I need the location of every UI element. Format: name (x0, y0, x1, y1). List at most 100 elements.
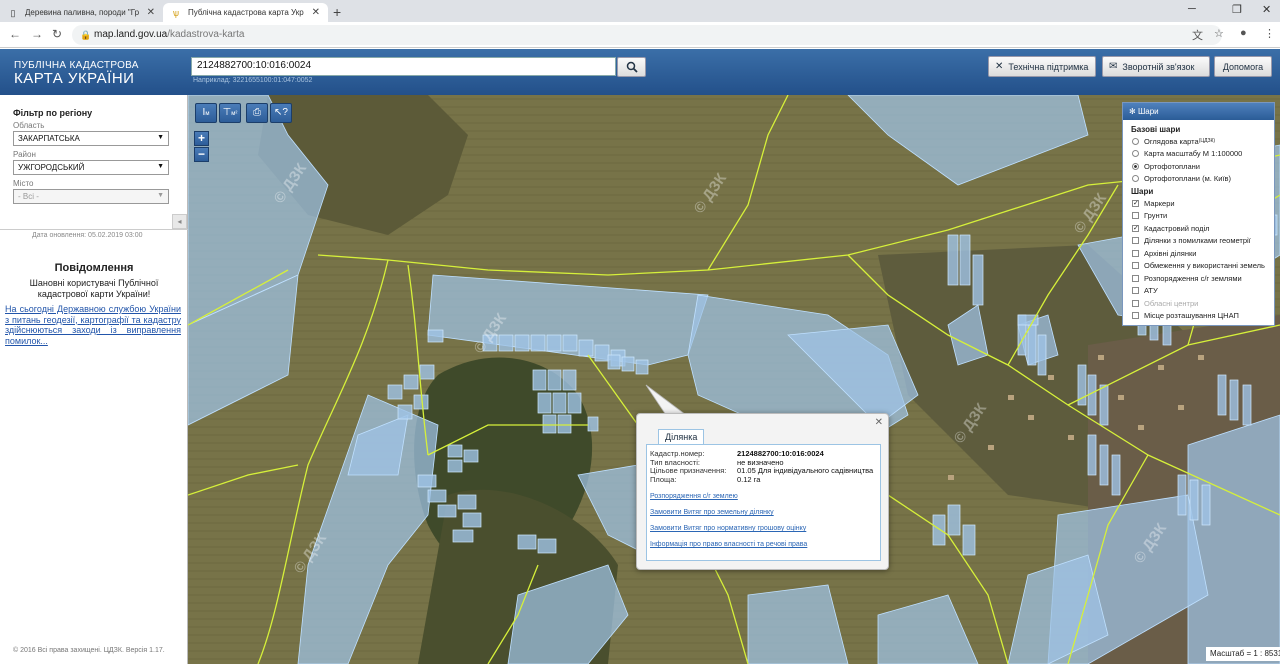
layer-label: Оглядова карта (1144, 136, 1199, 146)
radio-button[interactable] (1132, 175, 1139, 183)
support-label: Технічна підтримка (1008, 61, 1089, 72)
help-label: Допомога (1222, 61, 1264, 72)
base-layer-option[interactable]: Карта масштабу М 1:100000 (1132, 149, 1274, 160)
raion-select[interactable]: УЖГОРОДСЬКИЙ ▼ (13, 160, 169, 175)
close-icon[interactable]: ✕ (875, 417, 883, 428)
page-icon: ▯ (10, 7, 16, 18)
menu-icon[interactable]: ⋮ (1264, 27, 1275, 40)
help-button[interactable]: Допомога (1214, 56, 1272, 77)
search-hint: Наприклад: 3221655100:01:047:0052 (193, 77, 313, 84)
layer-label: Ортофотоплани (1144, 161, 1201, 171)
popup-link[interactable]: Замовити Витяг про нормативну грошову оц… (650, 525, 877, 532)
checkbox[interactable] (1132, 237, 1139, 245)
popup-link[interactable]: Замовити Витяг про земельну ділянку (650, 509, 877, 516)
maximize-icon[interactable]: ❐ (1232, 3, 1242, 16)
layers-title: Шари (1137, 107, 1159, 116)
raion-value: УЖГОРОДСЬКИЙ (18, 163, 85, 172)
zoom-in-button[interactable]: + (194, 131, 209, 146)
checkbox[interactable] (1132, 212, 1139, 220)
radio-button[interactable] (1132, 162, 1139, 170)
support-button[interactable]: ✕ Технічна підтримка (988, 56, 1096, 77)
tab-title: Публічна кадастрова карта Укр (188, 8, 304, 17)
checkbox[interactable] (1132, 249, 1139, 257)
collapse-sidebar-button[interactable]: ◂ (172, 214, 187, 229)
overlay-layer-option[interactable]: АТУ (1132, 286, 1274, 297)
url-input[interactable]: 🔒 map.land.gov.ua/kadastrova-karta (72, 25, 1222, 45)
layer-sup: (ЦДЗК) (1198, 138, 1216, 145)
divider (0, 229, 188, 230)
overlay-layer-option[interactable]: Архівні ділянки (1132, 248, 1274, 259)
update-date: Дата оновлення: 05.02.2019 03:00 (32, 232, 143, 239)
info-row: Цільове призначення: 01.05 Для індивідуал… (650, 466, 877, 476)
scale-label: Масштаб = 1 : 8531 (1206, 647, 1280, 661)
checkbox[interactable]: ✓ (1132, 224, 1139, 232)
print-button[interactable]: ⎙ (246, 103, 268, 123)
feedback-button[interactable]: ✉ Зворотній зв'язок (1102, 56, 1210, 77)
zoom-out-button[interactable]: − (194, 147, 209, 162)
cadastral-search-input[interactable]: 2124882700:10:016:0024 (191, 57, 616, 76)
star-icon[interactable]: ☆ (1214, 27, 1224, 40)
tab-parcel[interactable]: Ділянка (658, 429, 705, 444)
reload-icon[interactable]: ↻ (52, 27, 62, 41)
base-layers-list: Оглядова карта (ЦДЗК) Карта масштабу М 1:1… (1123, 136, 1274, 184)
notice-link[interactable]: На сьогодні Державною службою України з … (5, 304, 181, 346)
base-layer-option[interactable]: Ортофотоплани (1132, 161, 1274, 172)
overlay-layer-option[interactable]: Обмеження у використанні земель (1132, 261, 1274, 272)
browser-tab-active[interactable]: ѱ Публічна кадастрова карта Укр ✕ (163, 3, 328, 22)
city-select[interactable]: - Всі - ▼ (13, 189, 169, 204)
orthophoto-map[interactable] (188, 95, 1280, 664)
browser-tab[interactable]: ▯ Деревина паливна, породи "Гр ✕ (0, 3, 163, 22)
radio-button[interactable] (1132, 150, 1139, 158)
overlay-layer-option[interactable]: ✓ Маркери (1132, 198, 1274, 209)
layer-label: Ортофотоплани (м. Київ) (1144, 174, 1232, 184)
overlay-layer-option[interactable]: Грунти (1132, 211, 1274, 222)
notice-title: Повідомлення (54, 262, 134, 274)
checkbox[interactable] (1132, 312, 1139, 320)
cadastral-map[interactable]: © ДЗК © ДЗК © ДЗК © ДЗК © ДЗК © ДЗК © ДЗ… (188, 95, 1280, 664)
search-button[interactable] (617, 57, 646, 77)
brand-line2: КАРТА УКРАЇНИ (14, 70, 135, 87)
info-row: Площа: 0.12 га (650, 475, 877, 485)
forward-icon[interactable]: → (31, 27, 43, 41)
base-layer-option[interactable]: Оглядова карта (ЦДЗК) (1132, 136, 1274, 147)
parcel-info: Кадастр.номер: 2124882700:10:016:0024 Тип… (646, 444, 881, 561)
overlay-layer-option[interactable]: Місце розташування ЦНАП (1132, 311, 1274, 322)
radio-button[interactable] (1132, 137, 1139, 145)
checkbox[interactable] (1132, 262, 1139, 270)
close-tab-icon[interactable]: ✕ (312, 7, 320, 18)
url-path: /kadastrova-karta (167, 29, 245, 40)
base-layer-option[interactable]: Ортофотоплани (м. Київ) (1132, 174, 1274, 185)
close-tab-icon[interactable]: ✕ (147, 7, 155, 18)
tools-icon: ✕ (995, 61, 1004, 72)
chevron-down-icon: ▼ (157, 134, 164, 141)
url-host: map.land.gov.ua (94, 29, 168, 40)
trident-icon: ѱ (172, 7, 180, 18)
layers-header[interactable]: ✻ Шари (1123, 103, 1274, 120)
app-header: ПУБЛІЧНА КАДАСТРОВА КАРТА УКРАЇНИ 212488… (0, 49, 1280, 95)
checkbox[interactable] (1132, 287, 1139, 295)
copyright: © 2016 Всі права захищені. ЦДЗК. Версія … (13, 647, 165, 654)
oblast-label: Область (13, 121, 45, 130)
minimize-icon[interactable]: ─ (1188, 3, 1196, 15)
translate-icon[interactable]: 文 (1192, 27, 1203, 43)
new-tab-icon[interactable]: + (333, 4, 341, 20)
region-filter-sidebar: Фільтр по регіону Область ЗАКАРПАТСЬКА ▼ … (0, 95, 188, 664)
raion-label: Район (13, 150, 36, 159)
overlay-layer-option[interactable]: Ділянки з помилками геометрії (1132, 236, 1274, 247)
popup-link[interactable]: Інформація про право власності та речові… (650, 541, 877, 548)
popup-link[interactable]: Розпорядження с/г землею (650, 493, 877, 500)
overlay-layer-option: Обласні центри (1132, 298, 1274, 309)
overlay-layers-list: ✓ Маркери Грунти ✓ Кадастровий поділ Ділянки … (1123, 198, 1274, 321)
identify-button[interactable]: ↖? (270, 103, 292, 123)
overlay-layer-option[interactable]: Розпорядження с/г землями (1132, 273, 1274, 284)
checkbox[interactable] (1132, 274, 1139, 282)
back-icon[interactable]: ← (9, 27, 21, 41)
close-window-icon[interactable]: ✕ (1262, 3, 1271, 16)
measure-distance-button[interactable]: Iм (195, 103, 217, 123)
overlay-layer-option[interactable]: ✓ Кадастровий поділ (1132, 223, 1274, 234)
oblast-select[interactable]: ЗАКАРПАТСЬКА ▼ (13, 131, 169, 146)
account-icon[interactable]: ● (1240, 27, 1247, 39)
chevron-down-icon: ▼ (157, 163, 164, 170)
measure-area-button[interactable]: ⊤м² (219, 103, 241, 123)
checkbox[interactable]: ✓ (1132, 199, 1139, 207)
